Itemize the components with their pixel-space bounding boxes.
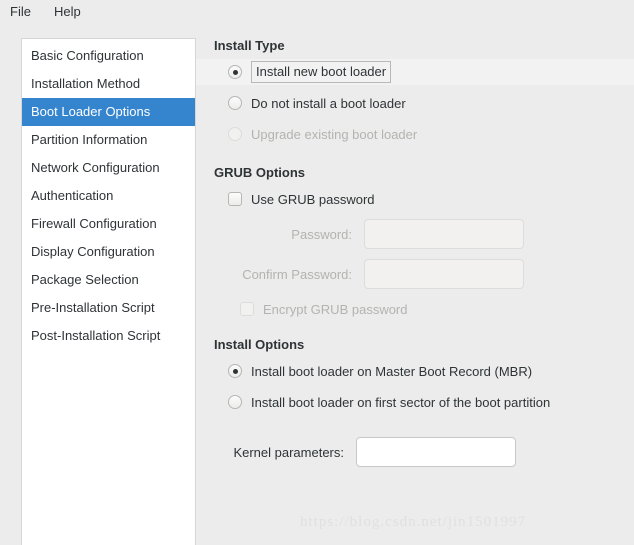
radio-install-on-first-sector-icon[interactable] bbox=[228, 395, 242, 409]
radio-label-install-on-first-sector: Install boot loader on first sector of t… bbox=[251, 394, 551, 410]
sidebar-item-pre-installation-script[interactable]: Pre-Installation Script bbox=[22, 294, 195, 322]
checkbox-row-use-grub-password[interactable]: Use GRUB password bbox=[214, 186, 634, 212]
sidebar-item-installation-method[interactable]: Installation Method bbox=[22, 70, 195, 98]
sidebar-item-basic-configuration[interactable]: Basic Configuration bbox=[22, 42, 195, 70]
checkbox-encrypt-grub-password-icon bbox=[240, 302, 254, 316]
watermark-text: https://blog.csdn.net/jin1501997 bbox=[300, 514, 527, 530]
menu-bar: File Help bbox=[0, 0, 634, 22]
radio-install-on-mbr-icon[interactable] bbox=[228, 364, 242, 378]
confirm-password-label: Confirm Password: bbox=[242, 266, 352, 282]
sidebar-item-network-configuration[interactable]: Network Configuration bbox=[22, 154, 195, 182]
sidebar-item-package-selection[interactable]: Package Selection bbox=[22, 266, 195, 294]
sidebar-container: Basic Configuration Installation Method … bbox=[0, 22, 196, 545]
radio-row-install-on-first-sector[interactable]: Install boot loader on first sector of t… bbox=[214, 389, 634, 415]
menu-item-help[interactable]: Help bbox=[52, 3, 90, 20]
checkbox-label-encrypt-grub-password: Encrypt GRUB password bbox=[263, 301, 408, 317]
radio-row-install-new-boot-loader[interactable]: Install new boot loader bbox=[196, 59, 634, 85]
sidebar-item-display-configuration[interactable]: Display Configuration bbox=[22, 238, 195, 266]
radio-label-install-on-mbr: Install boot loader on Master Boot Recor… bbox=[251, 363, 533, 379]
sidebar-item-authentication[interactable]: Authentication bbox=[22, 182, 195, 210]
sidebar-item-partition-information[interactable]: Partition Information bbox=[22, 126, 195, 154]
radio-install-new-boot-loader-icon[interactable] bbox=[228, 65, 242, 79]
radio-label-upgrade-existing-boot-loader: Upgrade existing boot loader bbox=[251, 126, 418, 142]
password-input bbox=[364, 219, 524, 249]
sidebar-item-post-installation-script[interactable]: Post-Installation Script bbox=[22, 322, 195, 350]
sidebar-item-firewall-configuration[interactable]: Firewall Configuration bbox=[22, 210, 195, 238]
radio-label-do-not-install-boot-loader: Do not install a boot loader bbox=[251, 95, 406, 111]
radio-label-install-new-boot-loader: Install new boot loader bbox=[251, 61, 392, 83]
install-options-heading: Install Options bbox=[214, 337, 305, 352]
grub-options-heading: GRUB Options bbox=[214, 165, 305, 180]
password-row: Password: bbox=[214, 217, 634, 251]
content-pane: Install Type Install new boot loader Do … bbox=[196, 22, 634, 545]
sidebar-list[interactable]: Basic Configuration Installation Method … bbox=[21, 38, 196, 545]
checkbox-use-grub-password-icon[interactable] bbox=[228, 192, 242, 206]
checkbox-label-use-grub-password: Use GRUB password bbox=[251, 191, 375, 207]
install-type-heading: Install Type bbox=[214, 38, 285, 53]
radio-upgrade-existing-boot-loader-icon bbox=[228, 127, 242, 141]
kernel-parameters-label: Kernel parameters: bbox=[233, 444, 344, 460]
radio-row-install-on-mbr[interactable]: Install boot loader on Master Boot Recor… bbox=[214, 358, 634, 384]
menu-item-file[interactable]: File bbox=[8, 3, 40, 20]
window-body: Basic Configuration Installation Method … bbox=[0, 22, 634, 545]
confirm-password-row: Confirm Password: bbox=[214, 257, 634, 291]
password-label: Password: bbox=[291, 226, 352, 242]
radio-row-do-not-install-boot-loader[interactable]: Do not install a boot loader bbox=[214, 90, 634, 116]
radio-row-upgrade-existing-boot-loader: Upgrade existing boot loader bbox=[214, 121, 634, 147]
kernel-parameters-input[interactable] bbox=[356, 437, 516, 467]
checkbox-row-encrypt-grub-password: Encrypt GRUB password bbox=[214, 297, 634, 321]
sidebar-item-boot-loader-options[interactable]: Boot Loader Options bbox=[22, 98, 195, 126]
kernel-parameters-row: Kernel parameters: bbox=[214, 437, 634, 467]
radio-do-not-install-boot-loader-icon[interactable] bbox=[228, 96, 242, 110]
confirm-password-input bbox=[364, 259, 524, 289]
